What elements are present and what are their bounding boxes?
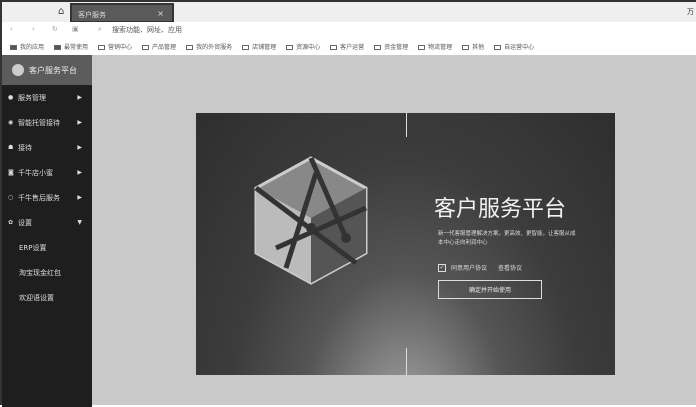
brand: 客户服务平台 — [2, 55, 92, 85]
folder-icon — [98, 45, 106, 50]
search-icon: ⌕ — [98, 25, 102, 33]
agree-checkbox[interactable]: ✓ — [438, 263, 446, 272]
bookmark-label: 最常使用 — [64, 44, 89, 51]
bookmarks-bar: 我的应用 最常使用 营销中心 产品管理 我的外贸服务 店铺管理 资源中心 客户运营 资金管理 物流… — [2, 38, 696, 55]
bookmark-label: 产品管理 — [152, 44, 177, 51]
chevron-right-icon: ▶ — [77, 94, 82, 101]
agree-label: 同意用户协议 — [451, 265, 488, 272]
bookmark-item[interactable]: 资源中心 — [286, 42, 320, 51]
folder-icon — [494, 45, 502, 50]
bookmark-label: 物流管理 — [428, 44, 453, 51]
bookmark-item[interactable]: 产品管理 — [142, 42, 176, 51]
card-description: 新一代客服管理解决方案，更高效、更智能，让客服从成本中心走向利润中心 — [438, 231, 576, 246]
welcome-card: 客户服务平台 新一代客服管理解决方案，更高效、更智能，让客服从成本中心走向利润中… — [196, 113, 615, 375]
briefcase-icon — [10, 45, 17, 50]
people-icon: ☗ — [8, 144, 14, 151]
close-icon[interactable]: × — [157, 9, 164, 18]
bookmark-label: 其他 — [472, 44, 485, 51]
bookmark-label: 资金管理 — [384, 44, 409, 51]
folder-icon — [186, 45, 194, 50]
bookmark-item[interactable]: 最常使用 — [54, 42, 88, 51]
bookmark-item[interactable]: 资金管理 — [374, 42, 408, 51]
logo-icon — [12, 64, 24, 76]
bookmark-label: 客户运营 — [340, 44, 365, 51]
sidebar-subitem[interactable]: 欢迎语设置 — [2, 285, 92, 310]
bell-icon: ● — [8, 94, 14, 101]
view-agreement-link[interactable]: 查看协议 — [498, 263, 522, 272]
robot-icon: ◙ — [8, 169, 14, 176]
bookmark-label: 我的外贸服务 — [196, 44, 233, 51]
sidebar-item[interactable]: ● 服务管理 ▶ — [2, 85, 92, 110]
sidebar-subitem[interactable]: 淘宝现金红包 — [2, 260, 92, 285]
address-input[interactable]: 搜索功能、网址、应用 — [112, 25, 182, 35]
circle-icon: ○ — [8, 194, 14, 201]
brand-title: 客户服务平台 — [29, 65, 77, 75]
folder-icon — [286, 45, 294, 50]
bookmark-label: 店铺管理 — [252, 44, 277, 51]
sidebar-item[interactable]: ○ 千牛售后服务 ▶ — [2, 185, 92, 210]
forward-icon[interactable]: › — [32, 25, 35, 33]
chevron-right-icon: ▶ — [77, 144, 82, 151]
sidebar: 客户服务平台 ● 服务管理 ▶ ◉ 智能托管接待 ▶ ☗ 接待 ▶ ◙ 千牛店小蜜 ▶ ○ 千牛售后服务 ▶… — [2, 55, 92, 407]
folder-icon — [330, 45, 338, 50]
sidebar-item[interactable]: ◙ 千牛店小蜜 ▶ — [2, 160, 92, 185]
address-bar: ‹ › ↻ ▣ ⌕ 搜索功能、网址、应用 — [2, 22, 696, 38]
folder-icon — [418, 45, 426, 50]
folder-icon — [462, 45, 470, 50]
tab-label: 客户服务 — [78, 11, 106, 19]
bookmark-item[interactable]: 我的外贸服务 — [186, 42, 232, 51]
bookmark-item[interactable]: 营销中心 — [98, 42, 132, 51]
bookmark-label: 自运营中心 — [504, 44, 535, 51]
bookmark-item[interactable]: 客户运营 — [330, 42, 364, 51]
corner-text: 万 — [687, 8, 694, 16]
bookmark-item[interactable]: 自运营中心 — [494, 42, 534, 51]
sidebar-item-label: 千牛店小蜜 — [18, 168, 53, 177]
home-icon[interactable]: ⌂ — [58, 6, 64, 17]
confirm-button[interactable]: 确定并开始使用 — [438, 280, 542, 299]
card-title: 客户服务平台 — [434, 197, 567, 222]
sidebar-item-label: 服务管理 — [18, 93, 46, 102]
divider — [406, 348, 407, 375]
sidebar-item[interactable]: ◉ 智能托管接待 ▶ — [2, 110, 92, 135]
bookmark-item[interactable]: 其他 — [462, 42, 484, 51]
refresh-icon[interactable]: ↻ — [52, 25, 58, 33]
folder-icon — [374, 45, 382, 50]
grid-icon[interactable]: ▣ — [72, 25, 79, 33]
briefcase-icon — [54, 45, 62, 50]
main-content: 客户服务平台 新一代客服管理解决方案，更高效、更智能，让客服从成本中心走向利润中… — [92, 55, 696, 405]
back-icon[interactable]: ‹ — [10, 25, 13, 33]
agreement-row: ✓ 同意用户协议 查看协议 — [438, 263, 522, 272]
bookmark-item[interactable]: 店铺管理 — [242, 42, 276, 51]
tab-bar: ⌂ 客户服务 × 万 — [2, 2, 696, 23]
chevron-right-icon: ▶ — [77, 194, 82, 201]
chevron-down-icon: ▼ — [77, 219, 82, 226]
sidebar-item-label: 设置 — [18, 218, 32, 227]
sidebar-item[interactable]: ☗ 接待 ▶ — [2, 135, 92, 160]
cube-logo-icon — [254, 156, 368, 285]
folder-icon — [242, 45, 250, 50]
bookmark-label: 我的应用 — [20, 44, 45, 51]
sidebar-item-label: 接待 — [18, 143, 32, 152]
bookmark-item[interactable]: 物流管理 — [418, 42, 452, 51]
sidebar-item-label: 千牛售后服务 — [18, 193, 60, 202]
gear-icon: ✿ — [8, 219, 14, 226]
sidebar-item-label: 智能托管接待 — [18, 118, 60, 127]
sidebar-item[interactable]: ✿ 设置 ▼ — [2, 210, 92, 235]
location-icon: ◉ — [8, 119, 14, 126]
chevron-right-icon: ▶ — [77, 119, 82, 126]
chevron-right-icon: ▶ — [77, 169, 82, 176]
sidebar-subitem[interactable]: ERP设置 — [2, 235, 92, 260]
tab-customer-service[interactable]: 客户服务 × — [70, 3, 174, 23]
folder-icon — [142, 45, 150, 50]
bookmark-item[interactable]: 我的应用 — [10, 42, 44, 51]
bookmark-label: 资源中心 — [296, 44, 321, 51]
divider — [406, 113, 407, 137]
bookmark-label: 营销中心 — [108, 44, 133, 51]
